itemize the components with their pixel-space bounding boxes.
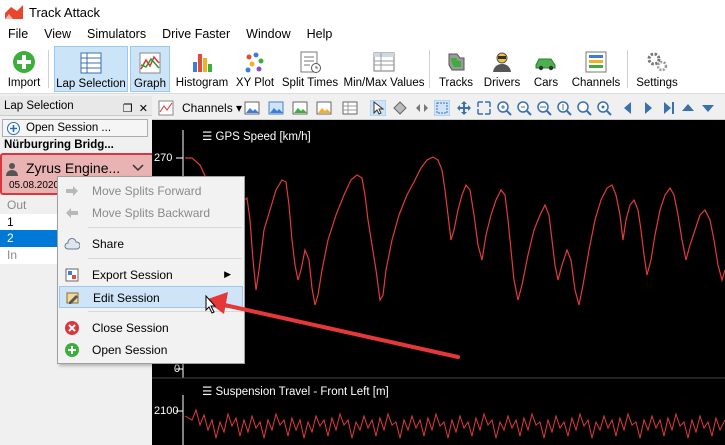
scroll-down-icon[interactable] bbox=[700, 100, 716, 116]
image-icon[interactable] bbox=[244, 100, 260, 116]
move-splits-forward-item[interactable]: Move Splits Forward bbox=[59, 180, 243, 202]
channels-dropdown-icon bbox=[158, 100, 174, 116]
close-circle-icon bbox=[65, 321, 79, 335]
close-session-item[interactable]: Close Session bbox=[59, 317, 243, 339]
suspension-graph-title: ☰ Suspension Travel - Front Left [m] bbox=[202, 386, 389, 398]
zoom-reset-icon[interactable] bbox=[576, 100, 592, 116]
close-icon[interactable]: ✕ bbox=[139, 99, 148, 119]
move-splits-backward-item[interactable]: Move Splits Backward bbox=[59, 202, 243, 224]
menu-bar: File View Simulators Drive Faster Window… bbox=[0, 24, 725, 44]
lap-row-out[interactable]: Out bbox=[0, 197, 60, 214]
lap-row-1[interactable]: 1 bbox=[0, 214, 60, 231]
table-icon[interactable] bbox=[342, 100, 358, 116]
bar-chart-icon bbox=[189, 49, 215, 75]
menu-file[interactable]: File bbox=[0, 24, 36, 44]
menu-simulators[interactable]: Simulators bbox=[79, 24, 154, 44]
lap-selection-button[interactable]: Lap Selection bbox=[54, 46, 128, 92]
line-graph-icon bbox=[137, 50, 163, 76]
suspension-line bbox=[184, 408, 725, 439]
channels-list-icon bbox=[583, 49, 609, 75]
xy-plot-button[interactable]: XY Plot bbox=[234, 46, 276, 92]
zoom-all-icon[interactable] bbox=[596, 100, 612, 116]
scroll-up-icon[interactable] bbox=[680, 100, 696, 116]
split-times-button[interactable]: Split Times bbox=[280, 46, 340, 92]
lap-row-2[interactable]: 2 bbox=[0, 230, 60, 247]
main-toolbar: Import Lap Selection Graph Histogram XY … bbox=[0, 44, 725, 94]
arrow-right-icon bbox=[66, 186, 78, 196]
image-icon[interactable] bbox=[316, 100, 332, 116]
zoom-x-icon[interactable] bbox=[536, 100, 552, 116]
speed-line bbox=[185, 156, 725, 306]
select-range-icon[interactable] bbox=[434, 100, 450, 116]
plus-circle-icon bbox=[11, 49, 37, 75]
minmax-button[interactable]: Min/Max Values bbox=[344, 46, 424, 92]
range-icon[interactable] bbox=[414, 100, 430, 116]
cars-button[interactable]: Cars bbox=[528, 46, 564, 92]
session-date: 05.08.2020 bbox=[9, 180, 60, 191]
cloud-icon bbox=[64, 238, 80, 250]
arrow-left-icon bbox=[66, 208, 78, 218]
stopwatch-list-icon bbox=[297, 49, 323, 75]
image-icon[interactable] bbox=[268, 100, 284, 116]
graph-toolbar: Channels ▾ bbox=[152, 96, 725, 120]
open-session-button[interactable]: Open Session ... bbox=[2, 119, 148, 137]
graph-button[interactable]: Graph bbox=[130, 46, 170, 92]
pointer-icon[interactable] bbox=[370, 100, 386, 116]
grid-icon bbox=[78, 50, 104, 76]
scroll-left-icon[interactable] bbox=[620, 100, 636, 116]
window-title: Track Attack bbox=[29, 4, 101, 20]
helmet-icon bbox=[489, 49, 515, 75]
zoom-in-icon[interactable] bbox=[496, 100, 512, 116]
undock-icon[interactable]: ❐ bbox=[123, 99, 133, 119]
channels-button[interactable]: Channels bbox=[570, 46, 622, 92]
table-icon bbox=[371, 49, 397, 75]
speed-ytop-label: 270 bbox=[154, 152, 173, 164]
scatter-icon bbox=[242, 49, 268, 75]
submenu-arrow-icon: ▶ bbox=[224, 269, 231, 279]
plus-circle-icon bbox=[7, 121, 20, 135]
histogram-button[interactable]: Histogram bbox=[174, 46, 230, 92]
lap-row-in[interactable]: In bbox=[0, 247, 60, 264]
edit-session-item[interactable]: Edit Session bbox=[59, 286, 243, 308]
car-icon bbox=[533, 49, 559, 75]
fit-icon[interactable] bbox=[476, 100, 492, 116]
tracks-button[interactable]: Tracks bbox=[436, 46, 476, 92]
drivers-button[interactable]: Drivers bbox=[480, 46, 524, 92]
channels-dropdown[interactable]: Channels ▾ bbox=[182, 101, 242, 115]
track-icon bbox=[443, 49, 469, 75]
app-logo-icon bbox=[5, 5, 23, 19]
menu-help[interactable]: Help bbox=[299, 24, 341, 44]
menu-window[interactable]: Window bbox=[238, 24, 298, 44]
panel-title: Lap Selection ❐ ✕ bbox=[0, 96, 152, 116]
zoom-out-icon[interactable] bbox=[516, 100, 532, 116]
plus-circle-icon bbox=[65, 343, 79, 357]
speed-ybottom-label: 0 bbox=[174, 363, 181, 375]
image-icon[interactable] bbox=[292, 100, 308, 116]
menu-drive-faster[interactable]: Drive Faster bbox=[154, 24, 238, 44]
scroll-right-icon[interactable] bbox=[640, 100, 656, 116]
import-button[interactable]: Import bbox=[4, 46, 44, 92]
scroll-end-icon[interactable] bbox=[660, 100, 676, 116]
gear-icon bbox=[644, 49, 670, 75]
chevron-down-icon[interactable] bbox=[131, 163, 145, 173]
edit-flag-icon bbox=[66, 292, 79, 304]
diamond-icon[interactable] bbox=[392, 100, 408, 116]
title-bar: Track Attack bbox=[0, 0, 725, 24]
user-icon bbox=[6, 163, 18, 176]
export-icon bbox=[65, 268, 79, 282]
open-session-item[interactable]: Open Session bbox=[59, 339, 243, 361]
suspension-ytop-label: 2100 bbox=[154, 405, 179, 417]
settings-button[interactable]: Settings bbox=[634, 46, 680, 92]
speed-graph-title: ☰ GPS Speed [km/h] bbox=[202, 131, 311, 143]
session-name: Zyrus Engine... bbox=[26, 160, 121, 176]
share-item[interactable]: Share bbox=[59, 233, 243, 255]
track-name: Nürburgring Bridg... bbox=[4, 139, 114, 151]
session-context-menu: Move Splits Forward Move Splits Backward… bbox=[57, 176, 245, 364]
zoom-y-icon[interactable] bbox=[556, 100, 572, 116]
menu-view[interactable]: View bbox=[36, 24, 79, 44]
export-session-item[interactable]: Export Session ▶ bbox=[59, 264, 243, 286]
move-icon[interactable] bbox=[456, 100, 472, 116]
